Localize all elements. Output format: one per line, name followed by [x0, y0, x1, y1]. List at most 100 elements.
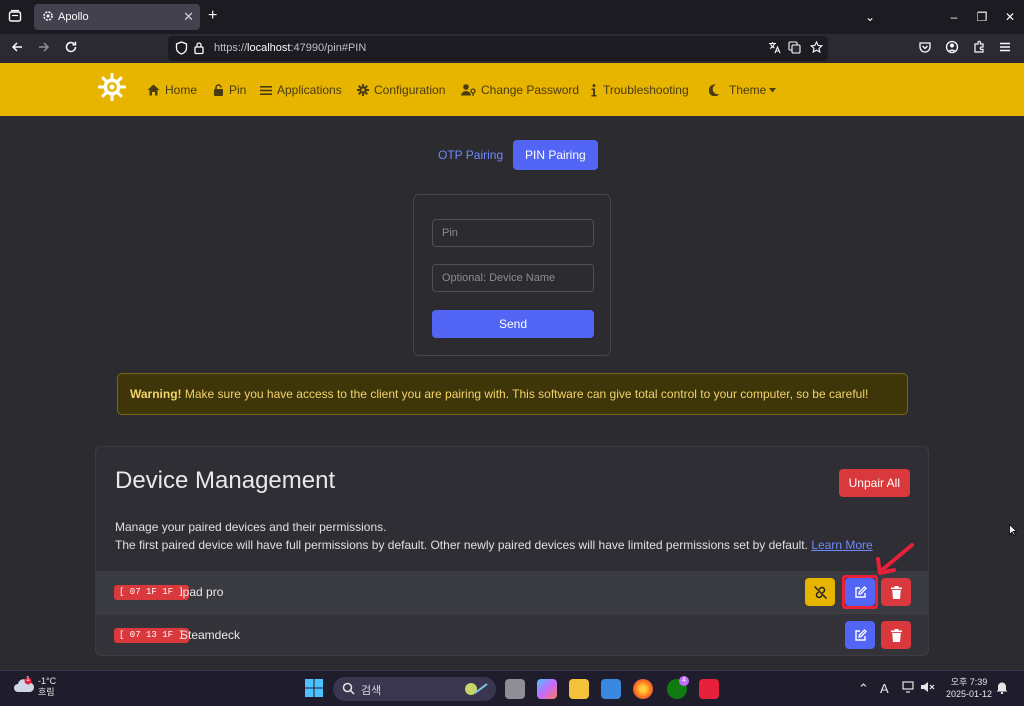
firefox-icon[interactable]	[633, 679, 653, 699]
search-icon	[342, 682, 355, 695]
minimize-icon[interactable]: –	[940, 0, 968, 34]
edit-icon	[854, 585, 867, 598]
weather-desc: 흐림	[38, 687, 55, 697]
clock-time: 오후 7:39	[950, 677, 988, 687]
search-highlight-icon	[463, 680, 489, 698]
unpair-all-button[interactable]: Unpair All	[838, 469, 910, 497]
delete-device-button[interactable]	[881, 578, 911, 606]
ime-indicator[interactable]: A	[880, 681, 889, 696]
gear-icon	[357, 84, 369, 96]
delete-device-button[interactable]	[881, 621, 911, 649]
network-icon[interactable]	[902, 681, 916, 693]
device-row: [ 07 1F 1F ] ipad pro	[96, 571, 928, 613]
bookmark-star-icon[interactable]	[810, 41, 823, 54]
volume-muted-icon[interactable]	[920, 681, 936, 693]
restore-icon[interactable]: ❐	[968, 0, 996, 34]
apollo-favicon-icon	[42, 10, 54, 22]
device-management-desc-2: The first paired device will have full p…	[115, 538, 873, 552]
pocket-icon[interactable]	[918, 40, 932, 54]
edit-icon	[854, 628, 867, 641]
caret-down-icon	[769, 87, 777, 92]
windows-taskbar: 1 -1°C 흐림 검색 4 ⌃ A 오후 7:39 2025-01-12	[0, 670, 1024, 706]
back-arrow-icon[interactable]	[10, 40, 24, 54]
pin-input[interactable]: Pin	[432, 219, 594, 247]
nav-troubleshooting-label: Troubleshooting	[603, 83, 689, 97]
window-controls: ⌄ – ❐ ✕	[856, 0, 1024, 34]
taskbar-search[interactable]: 검색	[333, 677, 496, 701]
learn-more-link[interactable]: Learn More	[811, 538, 872, 552]
warning-alert: Warning! Make sure you have access to th…	[117, 373, 908, 415]
site-lock-icon[interactable]	[193, 41, 205, 55]
temperature: -1°C	[38, 676, 57, 686]
windows-start-icon[interactable]	[305, 679, 323, 697]
browser-tab-apollo[interactable]: Apollo ✕	[34, 4, 200, 30]
info-icon	[591, 83, 597, 96]
nav-applications-label: Applications	[277, 83, 342, 97]
device-id-badge: [ 07 1F 1F ]	[114, 585, 189, 600]
device-management-desc-1: Manage your paired devices and their per…	[115, 520, 387, 534]
tab-otp-pairing[interactable]: OTP Pairing	[426, 140, 515, 170]
tracking-shield-icon[interactable]	[175, 41, 188, 55]
menu-hamburger-icon[interactable]	[998, 40, 1012, 54]
moon-icon	[709, 84, 720, 96]
forward-arrow-icon[interactable]	[37, 40, 51, 54]
close-tab-icon[interactable]: ✕	[183, 9, 194, 25]
tray-overflow-chevron-icon[interactable]: ⌃	[858, 681, 869, 697]
edit-device-button[interactable]	[845, 621, 875, 649]
device-management-card: Device Management Unpair All Manage your…	[95, 446, 929, 656]
translate-icon[interactable]	[768, 41, 781, 54]
xbox-badge: 4	[679, 676, 689, 686]
weather-badge: 1	[26, 676, 30, 683]
nav-home-label: Home	[165, 83, 198, 97]
weather-info: -1°C 흐림	[38, 676, 56, 698]
extensions-icon[interactable]	[972, 40, 986, 54]
browser-nav-bar: https://localhost:47990/pin#PIN	[0, 34, 1024, 63]
device-name: Steamdeck	[180, 628, 241, 642]
account-icon[interactable]	[945, 40, 959, 54]
copilot-icon[interactable]	[537, 679, 557, 699]
nav-pin-label: Pin	[229, 83, 247, 97]
trash-icon	[890, 628, 902, 642]
reader-translate-icon[interactable]	[788, 41, 801, 54]
system-clock[interactable]: 오후 7:39 2025-01-12	[946, 676, 992, 700]
notification-bell-icon[interactable]	[996, 681, 1008, 694]
file-explorer-icon[interactable]	[569, 679, 589, 699]
nav-troubleshooting[interactable]: Troubleshooting	[590, 83, 689, 97]
url-text: https://localhost:47990/pin#PIN	[214, 42, 367, 54]
tab-overflow-chevron-icon[interactable]: ⌄	[856, 0, 884, 34]
mouse-cursor-icon	[1009, 524, 1017, 536]
app-icon-red[interactable]	[699, 679, 719, 699]
send-button[interactable]: Send	[432, 310, 594, 338]
nav-pin[interactable]: Pin	[213, 83, 246, 97]
main-content: OTP Pairing PIN Pairing Pin Optional: De…	[0, 116, 1024, 670]
tab-pin-pairing[interactable]: PIN Pairing	[513, 140, 598, 170]
reload-icon[interactable]	[64, 40, 78, 54]
annotation-arrow-icon	[868, 542, 916, 578]
nav-theme-dropdown[interactable]: Theme	[709, 83, 777, 97]
window-close-icon[interactable]: ✕	[996, 0, 1024, 34]
unpair-device-button[interactable]	[805, 578, 835, 606]
task-view-icon[interactable]	[505, 679, 525, 699]
device-row: [ 07 13 1F ] Steamdeck	[96, 613, 928, 655]
device-id-badge: [ 07 13 1F ]	[114, 628, 189, 643]
weather-cloud-icon[interactable]	[13, 677, 35, 695]
edit-device-button[interactable]	[845, 578, 875, 606]
user-key-icon	[461, 84, 476, 96]
browser-tab-bar: Apollo ✕ + ⌄ – ❐ ✕	[0, 0, 1024, 34]
warning-text: Make sure you have access to the client …	[181, 387, 869, 401]
nav-home[interactable]: Home	[147, 83, 197, 97]
nav-applications[interactable]: Applications	[260, 83, 342, 97]
nav-configuration-label: Configuration	[374, 83, 446, 97]
apollo-logo-icon[interactable]	[97, 72, 127, 102]
tab-title: Apollo	[58, 11, 89, 23]
trash-icon	[890, 585, 902, 599]
device-name-input[interactable]: Optional: Device Name	[432, 264, 594, 292]
clock-date: 2025-01-12	[946, 689, 993, 699]
microsoft-store-icon[interactable]	[601, 679, 621, 699]
tab-list-icon[interactable]	[8, 9, 22, 23]
address-bar[interactable]: https://localhost:47990/pin#PIN	[168, 36, 828, 61]
nav-change-password[interactable]: Change Password	[461, 83, 579, 97]
home-icon	[147, 84, 160, 96]
new-tab-button[interactable]: +	[208, 7, 217, 25]
nav-configuration[interactable]: Configuration	[357, 83, 445, 97]
